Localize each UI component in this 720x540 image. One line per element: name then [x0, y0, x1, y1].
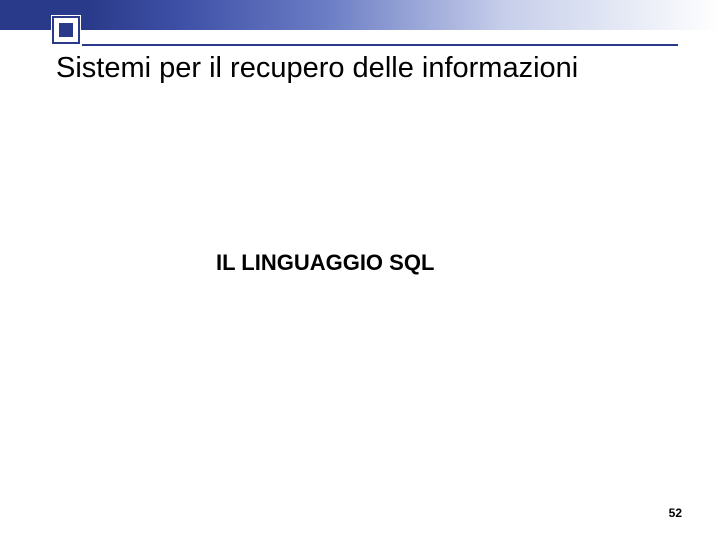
page-number: 52	[669, 506, 682, 520]
slide-subtitle: IL LINGUAGGIO SQL	[216, 250, 434, 276]
bullet-square-inner	[59, 23, 73, 37]
title-underline	[82, 44, 678, 46]
slide: Sistemi per il recupero delle informazio…	[0, 0, 720, 540]
slide-title: Sistemi per il recupero delle informazio…	[56, 52, 578, 85]
bullet-square-icon	[52, 16, 80, 44]
header-bar	[0, 0, 720, 30]
